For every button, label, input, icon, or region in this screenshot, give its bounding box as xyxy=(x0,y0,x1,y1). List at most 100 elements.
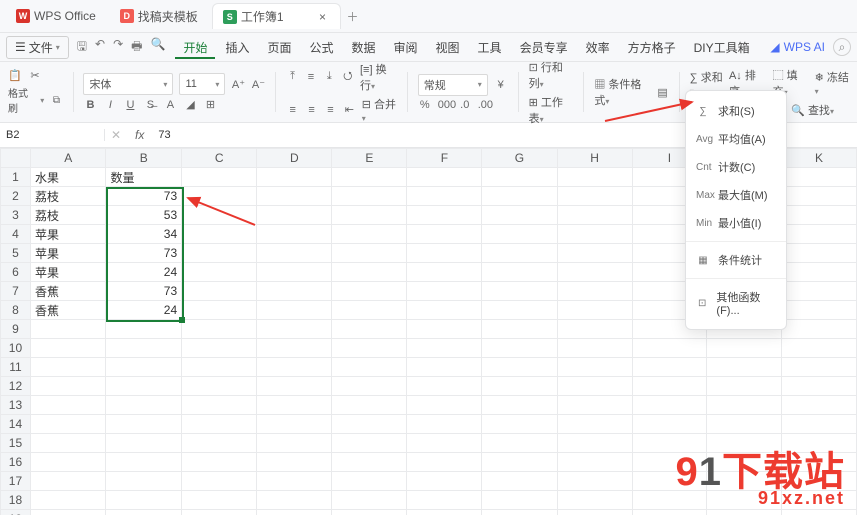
cell-G5[interactable] xyxy=(482,244,557,263)
cell-G6[interactable] xyxy=(482,263,557,282)
cell-C3[interactable] xyxy=(182,206,257,225)
row-header[interactable]: 8 xyxy=(1,301,31,320)
align-bottom-icon[interactable]: ⤓ xyxy=(323,70,335,83)
cell-E14[interactable] xyxy=(332,415,407,434)
cell-D7[interactable] xyxy=(257,282,332,301)
cell-K10[interactable] xyxy=(781,339,856,358)
row-header[interactable]: 11 xyxy=(1,358,31,377)
cell-C4[interactable] xyxy=(182,225,257,244)
cell-F9[interactable] xyxy=(407,320,482,339)
cell-H9[interactable] xyxy=(557,320,632,339)
styles-icon[interactable]: ▤ xyxy=(656,86,669,99)
cell-K6[interactable] xyxy=(781,263,856,282)
col-header[interactable]: D xyxy=(257,149,332,168)
dec-dec-icon[interactable]: .00 xyxy=(478,99,492,111)
cell-D12[interactable] xyxy=(257,377,332,396)
cell-F14[interactable] xyxy=(407,415,482,434)
font-color-icon[interactable]: A xyxy=(163,99,177,111)
cell-B13[interactable] xyxy=(106,396,182,415)
cell-E1[interactable] xyxy=(332,168,407,187)
col-header[interactable]: K xyxy=(781,149,856,168)
menu-max[interactable]: Max最大值(M) xyxy=(686,181,786,209)
cell-J18[interactable] xyxy=(707,491,782,510)
rowcol-button[interactable]: ⊡ 行和列▾ xyxy=(529,59,574,91)
cell-I14[interactable] xyxy=(632,415,706,434)
cell-K3[interactable] xyxy=(781,206,856,225)
row-header[interactable]: 12 xyxy=(1,377,31,396)
cell-E10[interactable] xyxy=(332,339,407,358)
copy-icon[interactable]: ⧉ xyxy=(50,95,62,106)
cell-B8[interactable]: 24 xyxy=(106,301,182,320)
menu-review[interactable]: 审阅 xyxy=(386,36,426,59)
cell-C17[interactable] xyxy=(182,472,257,491)
cell-H17[interactable] xyxy=(557,472,632,491)
workbook-tab[interactable]: S工作簿1× xyxy=(212,3,341,29)
cell-K19[interactable] xyxy=(781,510,856,515)
cell-C2[interactable] xyxy=(182,187,257,206)
row-header[interactable]: 9 xyxy=(1,320,31,339)
redo-icon[interactable]: ↷ xyxy=(113,37,123,58)
cell-F4[interactable] xyxy=(407,225,482,244)
row-header[interactable]: 5 xyxy=(1,244,31,263)
cell-F16[interactable] xyxy=(407,453,482,472)
menu-sum[interactable]: ∑求和(S) xyxy=(686,97,786,125)
cell-J14[interactable] xyxy=(707,415,782,434)
row-header[interactable]: 19 xyxy=(1,510,31,515)
cell-D19[interactable] xyxy=(257,510,332,515)
cell-D14[interactable] xyxy=(257,415,332,434)
cell-D11[interactable] xyxy=(257,358,332,377)
menu-data[interactable]: 数据 xyxy=(344,36,384,59)
cell-C12[interactable] xyxy=(182,377,257,396)
indent-icon[interactable]: ⇤ xyxy=(343,103,356,116)
cell-I12[interactable] xyxy=(632,377,706,396)
menu-diy[interactable]: DIY工具箱 xyxy=(686,36,758,59)
save-icon[interactable]: 🖫 xyxy=(77,37,87,58)
cell-A13[interactable] xyxy=(30,396,106,415)
cell-C16[interactable] xyxy=(182,453,257,472)
cell-H14[interactable] xyxy=(557,415,632,434)
cell-G11[interactable] xyxy=(482,358,557,377)
cut-icon[interactable]: ✂ xyxy=(28,69,42,82)
increase-font-icon[interactable]: A⁺ xyxy=(231,78,245,91)
cell-K8[interactable] xyxy=(781,301,856,320)
align-left-icon[interactable]: ≡ xyxy=(286,104,299,116)
border-icon[interactable]: ⊞ xyxy=(203,98,217,111)
cell-H6[interactable] xyxy=(557,263,632,282)
cell-J10[interactable] xyxy=(707,339,782,358)
cell-F11[interactable] xyxy=(407,358,482,377)
cond-format-button[interactable]: ▦ 条件格式▾ xyxy=(594,76,650,108)
cell-E19[interactable] xyxy=(332,510,407,515)
paste-icon[interactable]: 📋 xyxy=(8,69,22,82)
cell-H13[interactable] xyxy=(557,396,632,415)
cell-K9[interactable] xyxy=(781,320,856,339)
menu-count[interactable]: Cnt计数(C) xyxy=(686,153,786,181)
row-header[interactable]: 18 xyxy=(1,491,31,510)
cell-E16[interactable] xyxy=(332,453,407,472)
cell-D17[interactable] xyxy=(257,472,332,491)
cell-F17[interactable] xyxy=(407,472,482,491)
cell-G2[interactable] xyxy=(482,187,557,206)
cell-C6[interactable] xyxy=(182,263,257,282)
cell-G16[interactable] xyxy=(482,453,557,472)
cell-E3[interactable] xyxy=(332,206,407,225)
cell-D5[interactable] xyxy=(257,244,332,263)
cell-B14[interactable] xyxy=(106,415,182,434)
cell-H11[interactable] xyxy=(557,358,632,377)
cell-A18[interactable] xyxy=(30,491,106,510)
cell-K11[interactable] xyxy=(781,358,856,377)
align-top-icon[interactable]: ⤒ xyxy=(286,70,298,83)
align-middle-icon[interactable]: ≡ xyxy=(305,71,317,83)
cell-B19[interactable] xyxy=(106,510,182,515)
cell-F10[interactable] xyxy=(407,339,482,358)
cell-F1[interactable] xyxy=(407,168,482,187)
cell-D18[interactable] xyxy=(257,491,332,510)
cell-I10[interactable] xyxy=(632,339,706,358)
cell-J17[interactable] xyxy=(707,472,782,491)
find-button[interactable]: 🔍 查找▾ xyxy=(791,102,834,118)
cell-G9[interactable] xyxy=(482,320,557,339)
cell-B3[interactable]: 53 xyxy=(106,206,182,225)
cell-F3[interactable] xyxy=(407,206,482,225)
cell-I19[interactable] xyxy=(632,510,706,515)
cell-C19[interactable] xyxy=(182,510,257,515)
cell-A3[interactable]: 荔枝 xyxy=(30,206,106,225)
